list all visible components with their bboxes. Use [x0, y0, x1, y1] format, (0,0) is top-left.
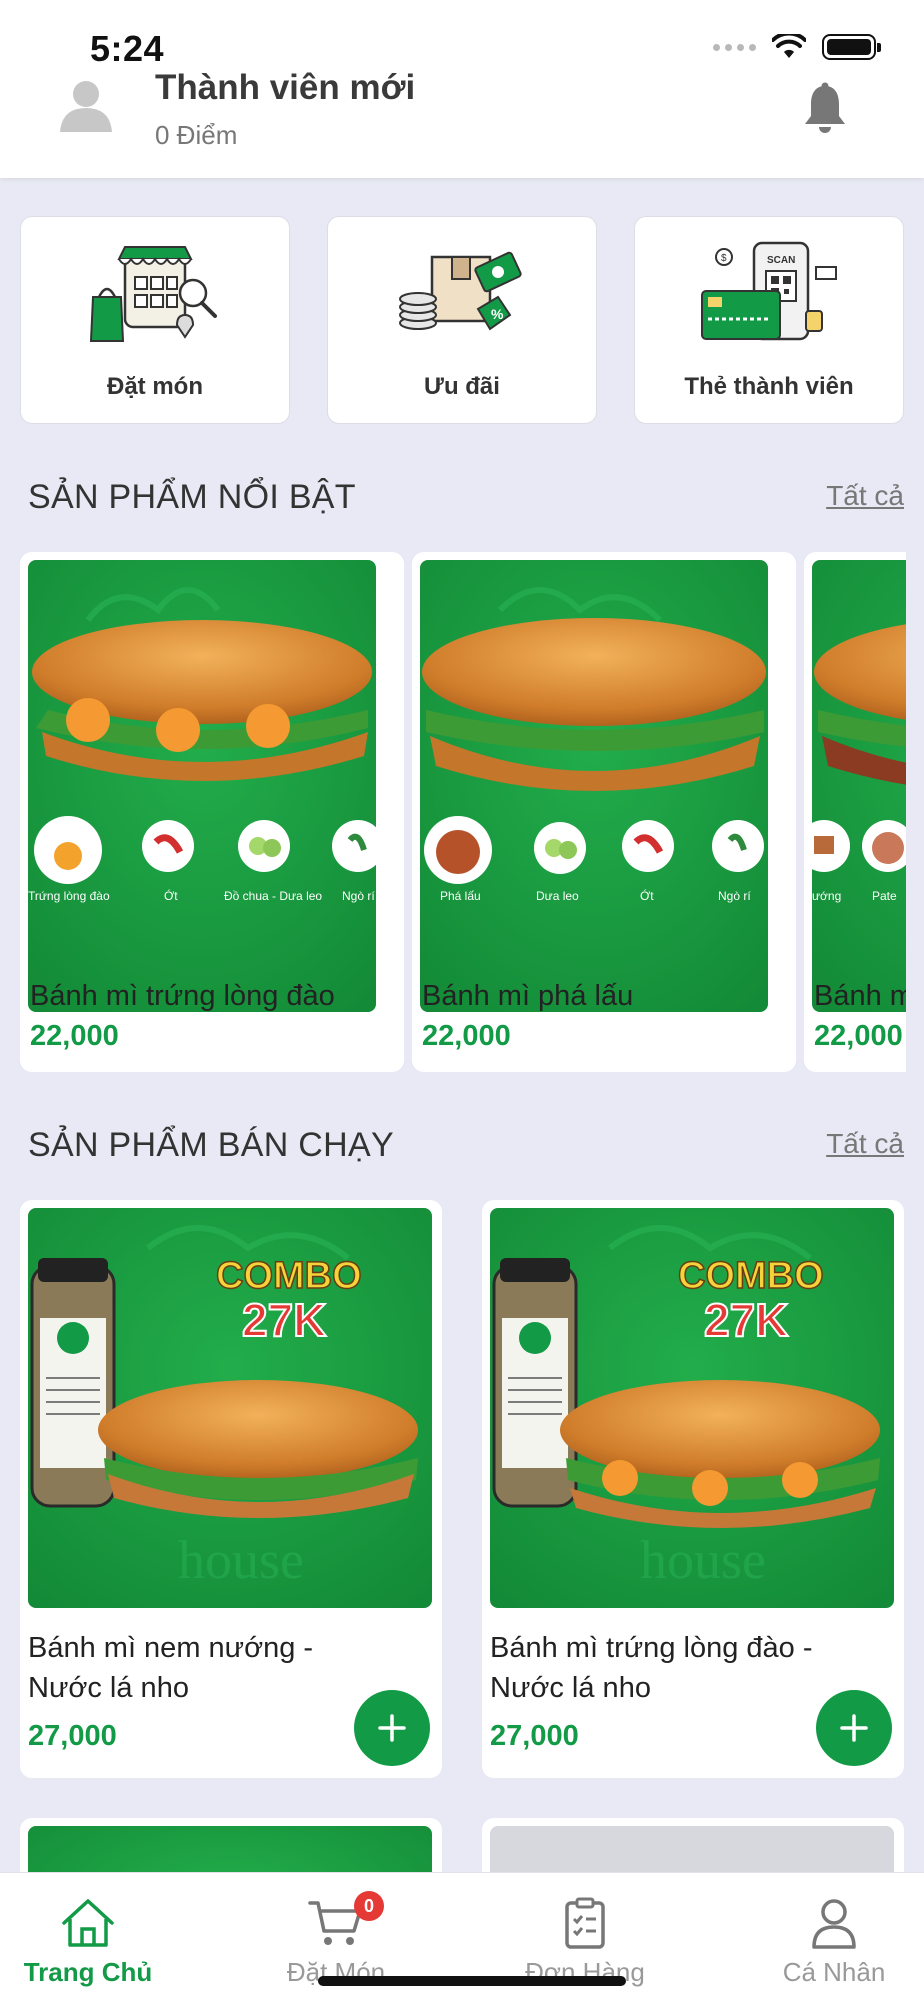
topping-label: Pate — [872, 889, 897, 903]
combo-label: COMBO — [678, 1255, 824, 1297]
combo-label: COMBO — [216, 1255, 362, 1297]
member-card-icon: SCAN $ — [701, 241, 837, 341]
topping-label: Ngò rí — [342, 889, 375, 903]
home-indicator — [318, 1976, 626, 1986]
topping-label: ướng — [812, 889, 841, 903]
topping-label: Ớt — [164, 888, 178, 903]
quick-action-label: Đặt món — [107, 373, 203, 400]
product-name: Bánh mì trứng lòng đào — [30, 980, 335, 1012]
product-image: ướng Pate — [812, 560, 906, 1012]
quick-action-promotion[interactable]: % Ưu đãi — [327, 216, 597, 424]
topping-label: Dưa leo — [536, 889, 579, 903]
status-icons — [713, 34, 881, 60]
status-time: 5:24 — [90, 28, 165, 69]
product-name: Bánh mì — [814, 980, 906, 1012]
topping-label: Trứng lòng đào — [28, 889, 110, 903]
product-image: Trứng lòng đào Ớt Đồ chua - Dưa leo Ngò … — [28, 560, 376, 1012]
svg-text:SCAN: SCAN — [767, 255, 795, 266]
combo-price-label: 27K — [704, 1294, 788, 1346]
bestseller-product-card[interactable]: COMBO 27K house Bánh mì nem nướng - Nước… — [20, 1200, 442, 1778]
product-name: Bánh mì phá lấu — [422, 980, 634, 1012]
nav-label: Trang Chủ — [23, 1957, 153, 1987]
topping-label: Ngò rí — [718, 889, 751, 903]
add-to-cart-button[interactable] — [816, 1690, 892, 1766]
product-info: Bánh mì trứng lòng đào - Nước lá nho 27,… — [490, 1628, 830, 1753]
product-image: Phá lấu Dưa leo Ớt Ngò rí — [420, 560, 768, 1012]
product-info: Bánh mì phá lấu 22,000 — [422, 976, 633, 1053]
user-icon — [812, 1899, 856, 1949]
wifi-icon — [772, 34, 806, 58]
nav-item-profile[interactable]: Cá Nhân — [734, 1873, 924, 2000]
product-price: 27,000 — [490, 1720, 579, 1752]
quick-action-member-card[interactable]: SCAN $ Thẻ thành viên — [634, 216, 904, 424]
cart-count-badge: 0 — [354, 1891, 384, 1921]
featured-see-all-link[interactable]: Tất cả — [826, 480, 904, 512]
member-points: 0 Điểm — [155, 120, 238, 150]
nav-label: Cá Nhân — [782, 1957, 886, 1987]
product-name: Bánh mì nem nướng - Nước lá nho — [28, 1632, 314, 1704]
featured-section-title: SẢN PHẨM NỔI BẬT — [28, 478, 356, 516]
svg-text:$: $ — [721, 253, 727, 264]
featured-product-card[interactable]: Trứng lòng đào Ớt Đồ chua - Dưa leo Ngò … — [20, 552, 404, 1072]
header: 5:24 Thành viên mới 0 Điểm — [0, 0, 924, 178]
topping-label: Phá lấu — [440, 889, 481, 903]
product-image: COMBO 27K house — [490, 1208, 894, 1608]
promotion-icon: % — [399, 251, 522, 331]
clipboard-icon — [565, 1897, 605, 1949]
product-info: Bánh mì trứng lòng đào 22,000 — [30, 976, 335, 1053]
product-price: 22,000 — [422, 1020, 511, 1052]
bell-icon[interactable] — [800, 82, 850, 136]
quick-action-label: Thẻ thành viên — [684, 373, 854, 400]
home-icon — [62, 1899, 114, 1947]
product-price: 22,000 — [30, 1020, 119, 1052]
bottom-navigation: Trang Chủ 0 Đặt Món Đơn Hàng Cá Nhân — [0, 1872, 924, 2000]
svg-text:%: % — [491, 306, 504, 322]
svg-text:house: house — [178, 1530, 304, 1590]
bestsellers-section-title: SẢN PHẨM BÁN CHẠY — [28, 1126, 394, 1164]
signal-icon — [713, 43, 756, 51]
product-info: Bánh mì 22,000 — [814, 976, 906, 1053]
nav-item-home[interactable]: Trang Chủ — [0, 1873, 188, 2000]
avatar-icon[interactable] — [58, 76, 114, 132]
bestseller-product-card[interactable]: COMBO 27K house Bánh mì trứng lòng đào -… — [482, 1200, 904, 1778]
product-image: COMBO 27K house — [28, 1208, 432, 1608]
product-price: 27,000 — [28, 1720, 117, 1752]
bestsellers-see-all-link[interactable]: Tất cả — [826, 1128, 904, 1160]
product-price: 22,000 — [814, 1020, 903, 1052]
combo-price-label: 27K — [242, 1294, 326, 1346]
featured-product-card[interactable]: Phá lấu Dưa leo Ớt Ngò rí Bánh mì phá lấ… — [412, 552, 796, 1072]
member-name: Thành viên mới — [155, 68, 416, 107]
featured-card-clip: ướng Pate Bánh mì 22,000 — [804, 552, 906, 1072]
quick-action-order[interactable]: Đặt món — [20, 216, 290, 424]
topping-label: Ớt — [640, 888, 654, 903]
battery-icon — [822, 34, 881, 60]
product-name: Bánh mì trứng lòng đào - Nước lá nho — [490, 1632, 813, 1704]
plus-icon — [840, 1714, 868, 1742]
quick-action-label: Ưu đãi — [424, 373, 500, 400]
featured-product-card[interactable]: ướng Pate Bánh mì 22,000 — [804, 552, 906, 1072]
shop-icon — [89, 246, 217, 342]
svg-text:house: house — [640, 1530, 766, 1590]
topping-label: Đồ chua - Dưa leo — [224, 889, 322, 903]
add-to-cart-button[interactable] — [354, 1690, 430, 1766]
product-info: Bánh mì nem nướng - Nước lá nho 27,000 — [28, 1628, 368, 1753]
plus-icon — [378, 1714, 406, 1742]
